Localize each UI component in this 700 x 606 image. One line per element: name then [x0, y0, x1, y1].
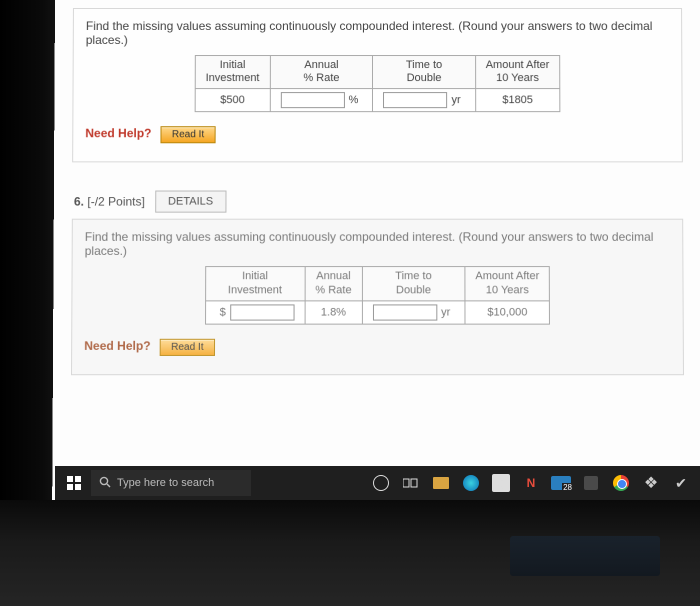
- file-explorer-icon[interactable]: [428, 470, 454, 496]
- store-icon[interactable]: 🛍: [488, 470, 514, 496]
- app-icon-n[interactable]: N: [518, 470, 544, 496]
- time-input[interactable]: [383, 92, 447, 108]
- search-icon: [99, 476, 111, 491]
- steam-icon[interactable]: ❖: [638, 470, 664, 496]
- screen-area: Find the missing values assuming continu…: [52, 0, 700, 504]
- read-it-button[interactable]: Read It: [161, 127, 215, 144]
- rate-input[interactable]: [280, 92, 344, 108]
- table-header-row: InitialInvestment Annual% Rate Time toDo…: [205, 267, 550, 301]
- problem-table-2: InitialInvestment Annual% Rate Time toDo…: [205, 266, 551, 324]
- table-header-row: InitialInvestment Annual% Rate Time toDo…: [195, 56, 560, 89]
- col-amount-10yr: Amount After10 Years: [465, 267, 550, 301]
- cell-investment: $: [205, 301, 305, 324]
- cortana-icon[interactable]: [368, 470, 394, 496]
- question-header-2: 6. [-/2 Points] DETAILS: [74, 191, 683, 213]
- edge-icon[interactable]: [458, 470, 484, 496]
- table-row: $500 % yr $1805: [195, 89, 560, 112]
- question-block-2: Find the missing values assuming continu…: [71, 219, 684, 375]
- app-icon-check[interactable]: ✔: [668, 470, 694, 496]
- need-help-label: Need Help?: [85, 127, 151, 141]
- time-input[interactable]: [373, 304, 437, 320]
- cell-rate: %: [270, 89, 373, 112]
- chrome-icon[interactable]: [608, 470, 634, 496]
- windows-taskbar: Type here to search 🛍 N ❖ ✔: [55, 466, 700, 500]
- col-amount-10yr: Amount After10 Years: [475, 56, 560, 89]
- time-unit: yr: [437, 306, 454, 318]
- question-block-1: Find the missing values assuming continu…: [72, 8, 683, 163]
- col-time-double: Time toDouble: [373, 56, 475, 89]
- col-annual-rate: Annual% Rate: [305, 267, 362, 301]
- need-help-row: Need Help? Read It: [84, 339, 671, 356]
- cell-amount: $10,000: [465, 301, 550, 324]
- task-view-icon[interactable]: [398, 470, 424, 496]
- time-unit: yr: [448, 94, 465, 106]
- reflection-panel: [510, 536, 660, 576]
- start-button[interactable]: [61, 470, 87, 496]
- read-it-button[interactable]: Read It: [160, 339, 215, 356]
- search-placeholder: Type here to search: [117, 477, 214, 489]
- page-content: Find the missing values assuming continu…: [53, 0, 700, 375]
- app-icon-generic[interactable]: [578, 470, 604, 496]
- weather-icon[interactable]: [548, 470, 574, 496]
- cell-amount: $1805: [475, 89, 560, 112]
- desk-area: [0, 500, 700, 606]
- col-initial-investment: InitialInvestment: [195, 56, 270, 89]
- cell-time: yr: [373, 89, 475, 112]
- question-prompt: Find the missing values assuming continu…: [86, 19, 669, 47]
- col-initial-investment: InitialInvestment: [205, 267, 305, 301]
- currency-symbol: $: [216, 306, 230, 318]
- details-button[interactable]: DETAILS: [155, 191, 226, 213]
- table-row: $ 1.8% yr $10,000: [205, 301, 550, 324]
- cell-time: yr: [362, 301, 465, 324]
- question-number: 6. [-/2 Points]: [74, 195, 145, 209]
- taskbar-search[interactable]: Type here to search: [91, 470, 251, 496]
- need-help-row: Need Help? Read It: [85, 127, 669, 144]
- cell-investment: $500: [195, 89, 270, 112]
- cell-rate: 1.8%: [305, 301, 362, 324]
- need-help-label: Need Help?: [84, 339, 150, 353]
- col-annual-rate: Annual% Rate: [270, 56, 373, 89]
- investment-input[interactable]: [230, 304, 294, 320]
- rate-unit: %: [345, 94, 363, 106]
- col-time-double: Time toDouble: [362, 267, 465, 301]
- problem-table-1: InitialInvestment Annual% Rate Time toDo…: [194, 55, 560, 113]
- question-prompt: Find the missing values assuming continu…: [85, 230, 671, 258]
